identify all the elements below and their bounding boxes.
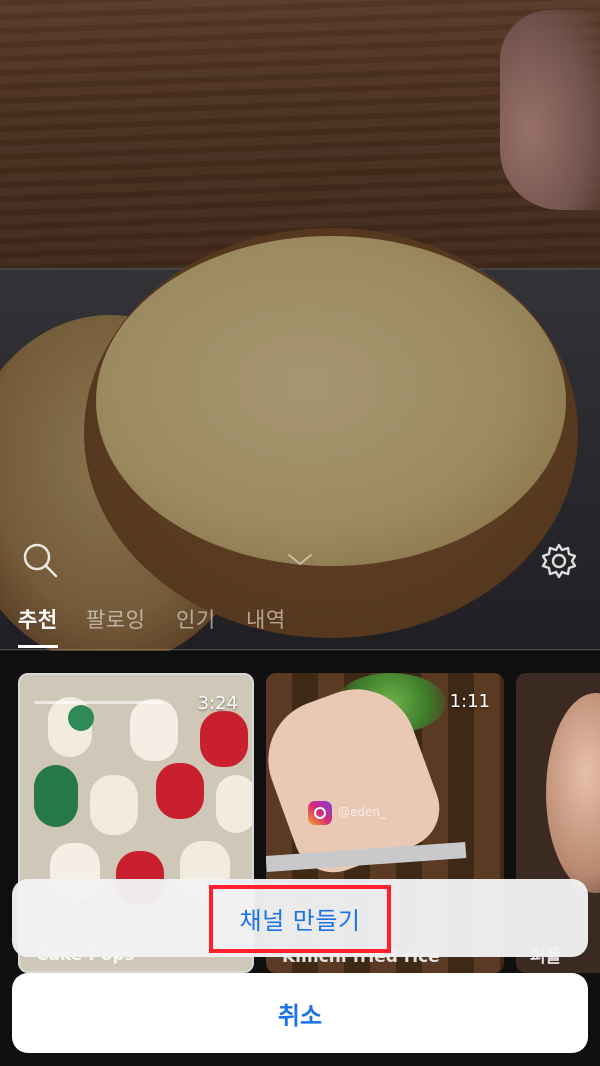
cancel-button[interactable]: 취소	[12, 973, 588, 1053]
app-root: 추천 팔로잉 인기 내역 3:24 Cake Pops	[0, 0, 600, 1066]
action-sheet-options: 채널 만들기	[12, 879, 588, 957]
create-channel-button[interactable]: 채널 만들기	[12, 879, 588, 957]
